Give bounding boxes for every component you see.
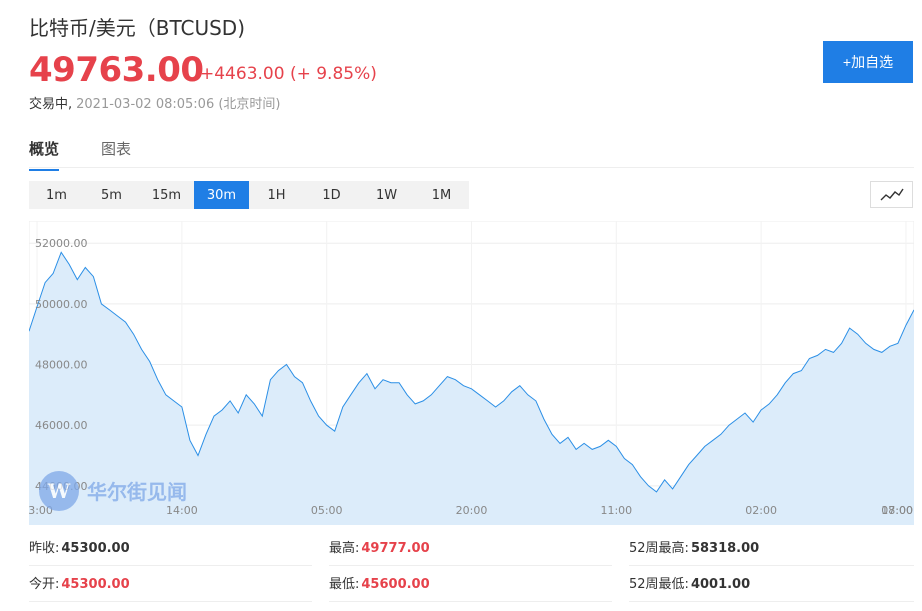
y-tick-label: 48000.00 (35, 359, 88, 372)
y-tick-label: 46000.00 (35, 419, 88, 432)
tab-bar: 概览 图表 (29, 128, 914, 171)
watermark-text: 华尔街见闻 (87, 480, 187, 504)
period-1h[interactable]: 1H (249, 181, 304, 209)
add-to-watchlist-button[interactable]: +加自选 (823, 41, 913, 83)
y-tick-label: 52000.00 (35, 237, 88, 250)
stat-label: 今开: (29, 577, 60, 592)
stat-label: 最高: (329, 541, 360, 556)
period-5m[interactable]: 5m (84, 181, 139, 209)
stat-prev-close: 昨收: 45300.00 (29, 534, 312, 566)
change-amount: +4463.00 (200, 64, 285, 84)
stat-value: 45300.00 (61, 577, 130, 592)
last-price: 49763.00 (29, 50, 204, 90)
period-1w[interactable]: 1W (359, 181, 414, 209)
stat-label: 52周最低: (629, 577, 689, 592)
status-label: 交易中, (29, 97, 73, 112)
stat-low: 最低: 45600.00 (329, 570, 612, 602)
stat-high: 最高: 49777.00 (329, 534, 612, 566)
period-30m[interactable]: 30m (194, 181, 249, 209)
x-tick-label: 20:00 (456, 504, 488, 517)
stat-label: 最低: (329, 577, 360, 592)
x-tick-label: 11:00 (600, 504, 632, 517)
price-chart: 52000.0050000.0048000.0046000.0044000.00… (29, 221, 914, 525)
stat-value: 58318.00 (690, 541, 760, 556)
stat-value: 45600.00 (361, 577, 430, 592)
price-chart-svg: 52000.0050000.0048000.0046000.0044000.00… (29, 221, 914, 525)
tab-overview[interactable]: 概览 (29, 138, 60, 171)
watermark-letter: W (47, 479, 71, 503)
stat-value: 49777.00 (361, 541, 430, 556)
change-percent: (+ 9.85%) (289, 64, 377, 84)
stat-52w-low: 52周最低: 4001.00 (629, 570, 914, 602)
x-tick-label: 05:00 (311, 504, 343, 517)
period-1mo[interactable]: 1M (414, 181, 469, 209)
period-selector: 1m 5m 15m 30m 1H 1D 1W 1M (29, 181, 469, 209)
stat-52w-high: 52周最高: 58318.00 (629, 534, 914, 566)
period-15m[interactable]: 15m (139, 181, 194, 209)
period-1d[interactable]: 1D (304, 181, 359, 209)
timestamp: 2021-03-02 08:05:06 (北京时间) (76, 97, 281, 112)
period-1m[interactable]: 1m (29, 181, 84, 209)
trading-status: 交易中, 2021-03-02 08:05:06 (北京时间) (29, 93, 281, 112)
stat-label: 52周最高: (629, 541, 689, 556)
tab-chart[interactable]: 图表 (101, 138, 131, 169)
stats-panel: 昨收: 45300.00 最高: 49777.00 52周最高: 58318.00 今… (29, 534, 914, 604)
stat-value: 45300.00 (61, 541, 130, 556)
chart-type-button[interactable] (870, 181, 913, 208)
price-change: +4463.00 (+ 9.85%) (200, 64, 377, 84)
stat-open: 今开: 45300.00 (29, 570, 312, 602)
stat-value: 4001.00 (690, 577, 751, 592)
x-tick-label: 02:00 (745, 504, 777, 517)
x-tick-label: 08:00 (881, 504, 913, 517)
x-tick-label: 14:00 (166, 504, 198, 517)
y-tick-label: 50000.00 (35, 298, 88, 311)
line-chart-icon (880, 188, 904, 200)
pair-title: 比特币/美元（BTCUSD) (29, 16, 246, 40)
stat-label: 昨收: (29, 541, 60, 556)
